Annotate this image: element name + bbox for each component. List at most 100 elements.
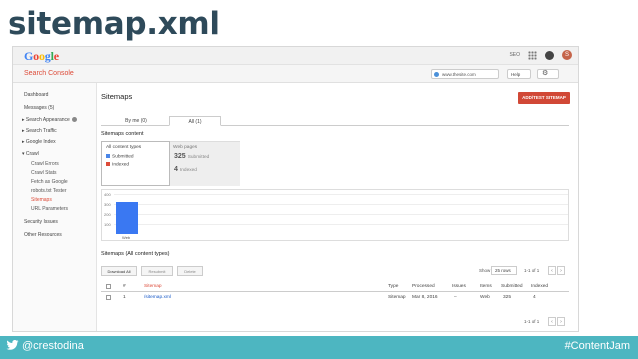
chart-gridline [114, 224, 568, 225]
logo-letter: e [53, 49, 59, 63]
sidebar-item-crawl[interactable]: ▾ Crawl [22, 151, 39, 157]
pager-range-bottom: 1-1 of 1 [524, 319, 540, 324]
sitemaps-content-heading: Sitemaps content [101, 131, 144, 137]
twitter-handle-text: @crestodina [22, 340, 84, 352]
submitted-count: 325 [174, 153, 186, 160]
legend-submitted-label: Submitted [112, 154, 134, 160]
site-favicon-icon [434, 72, 439, 77]
prev-page-bottom-icon[interactable]: ‹ [548, 317, 556, 326]
col-submitted[interactable]: Submitted [501, 284, 523, 289]
y-tick-label: 100 [104, 222, 111, 227]
apps-grid-icon[interactable] [528, 50, 537, 60]
indexed-swatch [106, 162, 110, 166]
sidebar-item-messages[interactable]: Messages (5) [24, 105, 54, 111]
y-tick-label: 300 [104, 202, 111, 207]
search-console-screenshot: Google SEO S Search Console www.thesite.… [12, 46, 579, 332]
indexed-count: 4 [174, 166, 178, 173]
twitter-bird-icon [6, 340, 19, 350]
row-processed: Mar 8, 2016 [412, 295, 438, 300]
site-selector[interactable]: www.thesite.com [431, 69, 499, 79]
row-checkbox[interactable] [106, 295, 111, 300]
legend-indexed[interactable]: Indexed [106, 162, 129, 167]
show-label: Show [479, 268, 491, 273]
prev-page-icon[interactable]: ‹ [548, 266, 556, 275]
help-button[interactable]: Help [507, 69, 531, 79]
select-all-checkbox[interactable] [106, 284, 111, 289]
tab-all[interactable]: All (1) [169, 116, 221, 126]
submitted-stat-label: Submitted [187, 155, 210, 160]
next-page-icon[interactable]: › [557, 266, 565, 275]
tab-by-me[interactable]: By me (0) [111, 116, 161, 126]
col-sitemap[interactable]: Sitemap [144, 284, 162, 289]
legend-submitted[interactable]: Submitted [106, 154, 134, 159]
sidebar: Dashboard Messages (5) ▸ Search Appearan… [13, 83, 97, 331]
sidebar-item-fetch-as-google[interactable]: Fetch as Google [31, 179, 68, 185]
main-content: Sitemaps ADD/TEST SITEMAP By me (0) All … [98, 83, 578, 331]
row-sitemap-link[interactable]: /sitemap.xml [144, 295, 171, 300]
web-pages-label: Web pages [173, 145, 198, 150]
resubmit-button[interactable]: Resubmit [141, 266, 173, 276]
settings-gear-icon[interactable]: ⚙ [537, 69, 559, 79]
col-processed[interactable]: Processed [412, 284, 435, 289]
notifications-icon[interactable] [545, 50, 554, 60]
sidebar-item-sitemaps[interactable]: Sitemaps [31, 197, 52, 203]
legend-indexed-label: Indexed [112, 162, 130, 168]
avatar[interactable]: S [562, 50, 572, 60]
rows-per-page-select[interactable]: 25 rows [491, 266, 517, 275]
col-type[interactable]: Type [388, 284, 398, 289]
sidebar-item-robots-tester[interactable]: robots.txt Tester [31, 188, 66, 194]
tab-bar: By me (0) All (1) [101, 116, 569, 126]
logo-letter: G [24, 49, 34, 63]
chart-bar[interactable] [116, 201, 138, 234]
google-logo[interactable]: Google [24, 49, 59, 64]
seo-label[interactable]: SEO [509, 52, 520, 58]
col-indexed[interactable]: Indexed [531, 284, 548, 289]
search-console-bar: Search Console www.thesite.com Help ⚙ [13, 65, 578, 83]
table-header: # Sitemap Type Processed Issues Items Su… [101, 282, 569, 292]
slide-footer: @crestodina #ContentJam [0, 336, 638, 359]
y-tick-label: 200 [104, 212, 111, 217]
web-pages-panel: Web pages 325 Submitted 4 Indexed [170, 141, 240, 186]
download-all-button[interactable]: Download All [101, 266, 137, 276]
col-items[interactable]: Items [480, 284, 492, 289]
submitted-stat: 325 Submitted [174, 153, 209, 160]
content-type-panel[interactable]: All content types Submitted Indexed [101, 141, 170, 186]
google-bar: Google SEO S [13, 47, 578, 65]
search-console-title[interactable]: Search Console [24, 70, 74, 77]
table-row[interactable]: 1 /sitemap.xml Sitemap Mar 8, 2016 – Web… [101, 293, 569, 304]
row-issues: – [454, 295, 457, 300]
y-tick-label: 400 [104, 192, 111, 197]
indexed-stat: 4 Indexed [174, 166, 197, 173]
next-page-bottom-icon[interactable]: › [557, 317, 565, 326]
sidebar-item-other-resources[interactable]: Other Resources [24, 232, 62, 238]
twitter-handle: @crestodina [6, 340, 84, 352]
add-test-sitemap-button[interactable]: ADD/TEST SITEMAP [518, 92, 570, 104]
row-submitted: 325 [503, 295, 512, 300]
sidebar-item-google-index[interactable]: ▸ Google Index [22, 139, 56, 145]
sidebar-item-crawl-errors[interactable]: Crawl Errors [31, 161, 59, 167]
content-type-header: All content types [106, 145, 142, 150]
sidebar-item-crawl-stats[interactable]: Crawl Stats [31, 170, 57, 176]
chart-gridline [114, 194, 568, 195]
sidebar-item-dashboard[interactable]: Dashboard [24, 92, 48, 98]
pager-range-top: 1-1 of 1 [524, 268, 540, 273]
site-selector-label: www.thesite.com [442, 72, 476, 77]
hashtag: #ContentJam [564, 340, 630, 352]
col-issues[interactable]: Issues [452, 284, 466, 289]
sidebar-item-search-appearance[interactable]: ▸ Search Appearance [22, 117, 77, 123]
table-title: Sitemaps (All content types) [101, 251, 170, 257]
sidebar-item-search-traffic[interactable]: ▸ Search Traffic [22, 128, 57, 134]
sidebar-item-url-parameters[interactable]: URL Parameters [31, 206, 68, 212]
sidebar-item-security-issues[interactable]: Security Issues [24, 219, 58, 225]
page-title: Sitemaps [101, 92, 133, 101]
slide-title: sitemap.xml [8, 6, 220, 42]
delete-button[interactable]: Delete [177, 266, 203, 276]
sitemap-bar-chart: 400 300 200 100 Web [101, 189, 569, 241]
row-items: Web [480, 295, 490, 300]
sidebar-item-label: ▸ Search Appearance [22, 117, 70, 123]
row-number: 1 [123, 295, 126, 300]
chart-gridline [114, 204, 568, 205]
info-icon[interactable] [71, 117, 77, 123]
indexed-stat-label: Indexed [179, 168, 197, 173]
row-type: Sitemap [388, 295, 406, 300]
